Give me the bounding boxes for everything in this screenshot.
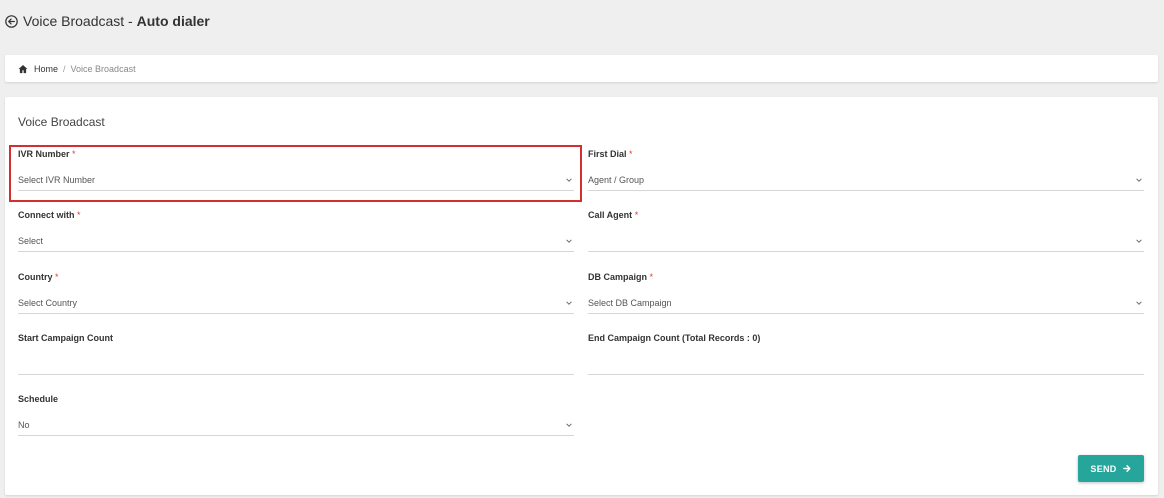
home-icon[interactable]: [18, 64, 28, 74]
ivr-number-select[interactable]: Select IVR Number: [18, 169, 574, 191]
country-field: Country * Select Country: [18, 272, 574, 324]
end-campaign-count-input[interactable]: [588, 353, 1144, 375]
db-campaign-value: Select DB Campaign: [588, 297, 672, 308]
first-dial-select[interactable]: Agent / Group: [588, 169, 1144, 191]
schedule-label: Schedule: [18, 394, 59, 404]
first-dial-label: First Dial *: [588, 149, 633, 159]
schedule-field: Schedule No: [18, 394, 574, 446]
country-value: Select Country: [18, 297, 78, 308]
db-campaign-select[interactable]: Select DB Campaign: [588, 292, 1144, 314]
chevron-down-icon: [1135, 299, 1143, 307]
send-button[interactable]: SEND: [1078, 455, 1144, 482]
chevron-down-icon: [1135, 176, 1143, 184]
voice-broadcast-form: Voice Broadcast IVR Number * Select IVR …: [5, 97, 1158, 495]
send-button-label: SEND: [1090, 463, 1117, 474]
ivr-number-value: Select IVR Number: [18, 174, 96, 185]
connect-with-value: Select: [18, 235, 44, 246]
page-title-prefix: Voice Broadcast -: [23, 13, 137, 29]
schedule-select[interactable]: No: [18, 414, 574, 436]
connect-with-field: Connect with * Select: [18, 210, 574, 262]
schedule-value: No: [18, 419, 30, 430]
chevron-down-icon: [565, 299, 573, 307]
start-campaign-count-input[interactable]: [18, 353, 574, 375]
page-title: Voice Broadcast - Auto dialer: [23, 13, 210, 29]
page-title-bold: Auto dialer: [136, 13, 210, 29]
breadcrumb-separator: /: [63, 63, 66, 74]
call-agent-field: Call Agent *: [588, 210, 1144, 262]
country-label: Country *: [18, 272, 59, 282]
ivr-number-field: IVR Number * Select IVR Number: [18, 149, 574, 201]
start-campaign-count-label: Start Campaign Count: [18, 333, 114, 343]
end-campaign-count-field: End Campaign Count (Total Records : 0): [588, 333, 1144, 385]
first-dial-field: First Dial * Agent / Group: [588, 149, 1144, 201]
call-agent-select[interactable]: [588, 230, 1144, 252]
breadcrumb-current: Voice Broadcast: [70, 63, 136, 74]
back-arrow-icon[interactable]: [5, 14, 18, 28]
chevron-down-icon: [565, 237, 573, 245]
first-dial-value: Agent / Group: [588, 174, 645, 185]
call-agent-label: Call Agent *: [588, 210, 639, 220]
start-campaign-count-field: Start Campaign Count: [18, 333, 574, 385]
breadcrumb: Home / Voice Broadcast: [5, 55, 1158, 82]
chevron-down-icon: [565, 176, 573, 184]
db-campaign-label: DB Campaign *: [588, 272, 654, 282]
db-campaign-field: DB Campaign * Select DB Campaign: [588, 272, 1144, 324]
arrow-right-icon: [1122, 464, 1132, 473]
country-select[interactable]: Select Country: [18, 292, 574, 314]
connect-with-label: Connect with *: [18, 210, 81, 220]
end-campaign-count-label: End Campaign Count (Total Records : 0): [588, 333, 761, 343]
ivr-number-label: IVR Number *: [18, 149, 76, 159]
connect-with-select[interactable]: Select: [18, 230, 574, 252]
breadcrumb-home-link[interactable]: Home: [34, 64, 58, 74]
page-header: Voice Broadcast - Auto dialer: [5, 10, 210, 32]
chevron-down-icon: [1135, 237, 1143, 245]
form-title: Voice Broadcast: [18, 115, 105, 129]
chevron-down-icon: [565, 421, 573, 429]
